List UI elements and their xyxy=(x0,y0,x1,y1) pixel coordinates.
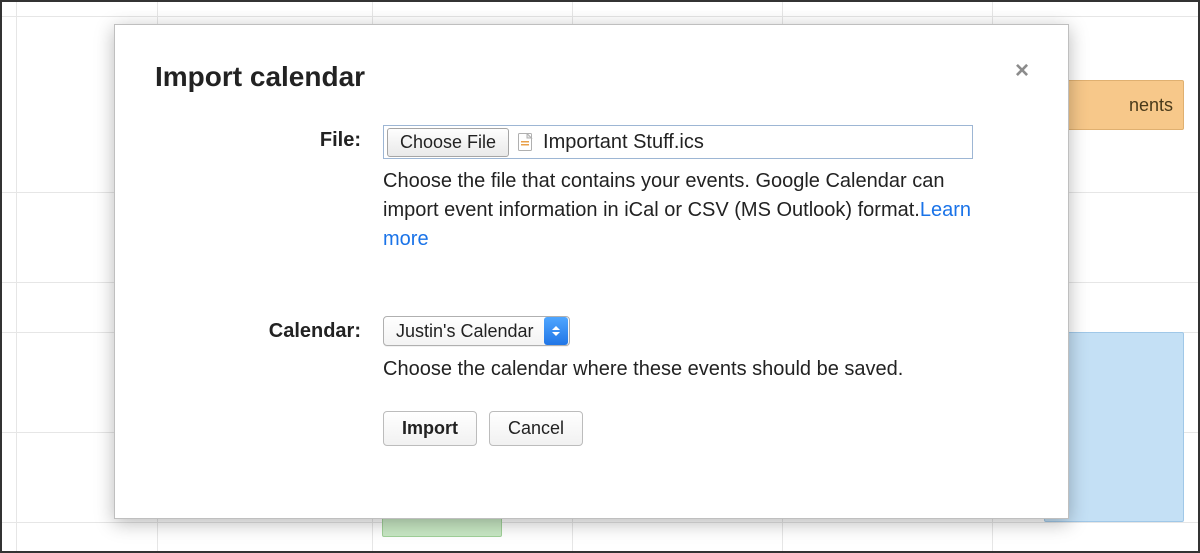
choose-file-button[interactable]: Choose File xyxy=(387,128,509,157)
file-input[interactable]: Choose File Important Stuff.ics xyxy=(383,125,973,159)
file-label: File: xyxy=(320,129,361,151)
cancel-button[interactable]: Cancel xyxy=(489,411,583,446)
calendar-select[interactable]: Justin's Calendar xyxy=(383,316,570,346)
dialog-title: Import calendar xyxy=(155,61,1028,93)
calendar-select-value: Justin's Calendar xyxy=(396,321,544,342)
file-icon xyxy=(517,133,533,151)
selected-filename: Important Stuff.ics xyxy=(543,131,704,154)
file-help-text: Choose the file that contains your event… xyxy=(383,167,973,254)
import-calendar-dialog: Import calendar × File: Choose File xyxy=(114,24,1069,519)
select-arrows-icon xyxy=(544,317,568,345)
calendar-label: Calendar: xyxy=(269,320,361,342)
calendar-help-text: Choose the calendar where these events s… xyxy=(383,358,1028,381)
close-icon[interactable]: × xyxy=(1010,59,1034,83)
import-button[interactable]: Import xyxy=(383,411,477,446)
